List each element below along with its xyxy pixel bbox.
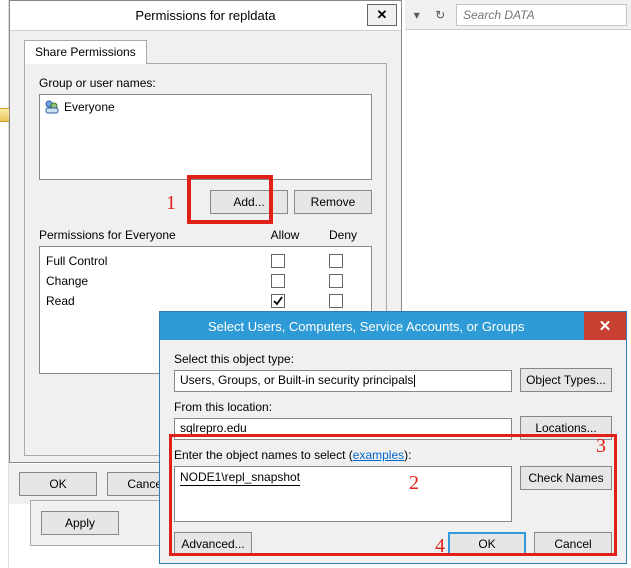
object-type-field: Users, Groups, or Built-in security prin… — [174, 370, 512, 392]
annotation-num-1: 1 — [166, 192, 176, 215]
remove-button[interactable]: Remove — [294, 190, 372, 214]
group-icon — [44, 99, 60, 115]
close-button[interactable]: ✕ — [584, 312, 626, 340]
search-input[interactable] — [456, 4, 627, 26]
add-button[interactable]: Add... — [210, 190, 288, 214]
advanced-button[interactable]: Advanced... — [174, 532, 252, 556]
ok-button[interactable]: OK — [19, 472, 97, 496]
select-objects-title-text: Select Users, Computers, Service Account… — [208, 319, 524, 334]
cancel-button[interactable]: Cancel — [534, 532, 612, 556]
checkbox-allow[interactable] — [271, 274, 285, 288]
checkbox-deny[interactable] — [329, 254, 343, 268]
close-button[interactable]: ✕ — [367, 4, 397, 26]
permissions-title-text: Permissions for repldata — [135, 8, 275, 23]
apply-button[interactable]: Apply — [41, 511, 119, 535]
object-types-button[interactable]: Object Types... — [520, 368, 612, 392]
user-listbox[interactable]: Everyone — [39, 94, 372, 180]
checkbox-deny[interactable] — [329, 294, 343, 308]
list-item-label: Everyone — [64, 100, 115, 114]
refresh-icon[interactable]: ↻ — [433, 7, 449, 23]
examples-link[interactable]: examples — [353, 448, 404, 462]
tab-share-permissions[interactable]: Share Permissions — [24, 40, 147, 64]
from-location-field: sqlrepro.edu — [174, 418, 512, 440]
from-location-label: From this location: — [174, 400, 512, 414]
perm-name: Change — [46, 274, 249, 288]
object-names-textarea[interactable]: NODE1\repl_snapshot — [174, 466, 512, 522]
permissions-for-label: Permissions for Everyone — [39, 228, 176, 242]
object-names-label: Enter the object names to select (exampl… — [174, 448, 512, 462]
group-user-label: Group or user names: — [39, 76, 372, 90]
annotation-num-4: 4 — [435, 535, 445, 558]
allow-header: Allow — [256, 228, 314, 242]
permissions-titlebar: Permissions for repldata ✕ — [10, 1, 401, 31]
close-icon: ✕ — [599, 317, 612, 335]
perm-name: Full Control — [46, 254, 249, 268]
annotation-num-3: 3 — [596, 435, 606, 458]
close-icon: ✕ — [377, 7, 388, 23]
annotation-num-2: 2 — [409, 472, 419, 495]
select-objects-titlebar: Select Users, Computers, Service Account… — [160, 312, 626, 340]
checkbox-deny[interactable] — [329, 274, 343, 288]
object-type-label: Select this object type: — [174, 352, 512, 366]
tabstrip: Share Permissions — [24, 39, 387, 64]
explorer-left-edge — [0, 0, 9, 568]
check-names-button[interactable]: Check Names — [520, 466, 612, 490]
explorer-toolbar: ▾ ↻ — [405, 0, 631, 30]
status-dot-icon: ▾ — [409, 7, 425, 23]
select-objects-dialog: Select Users, Computers, Service Account… — [159, 311, 627, 564]
checkbox-allow[interactable] — [271, 254, 285, 268]
checkbox-allow-checked[interactable] — [271, 294, 285, 308]
list-item[interactable]: Everyone — [42, 97, 369, 117]
ok-button[interactable]: OK — [448, 532, 526, 556]
deny-header: Deny — [314, 228, 372, 242]
perm-name: Read — [46, 294, 249, 308]
